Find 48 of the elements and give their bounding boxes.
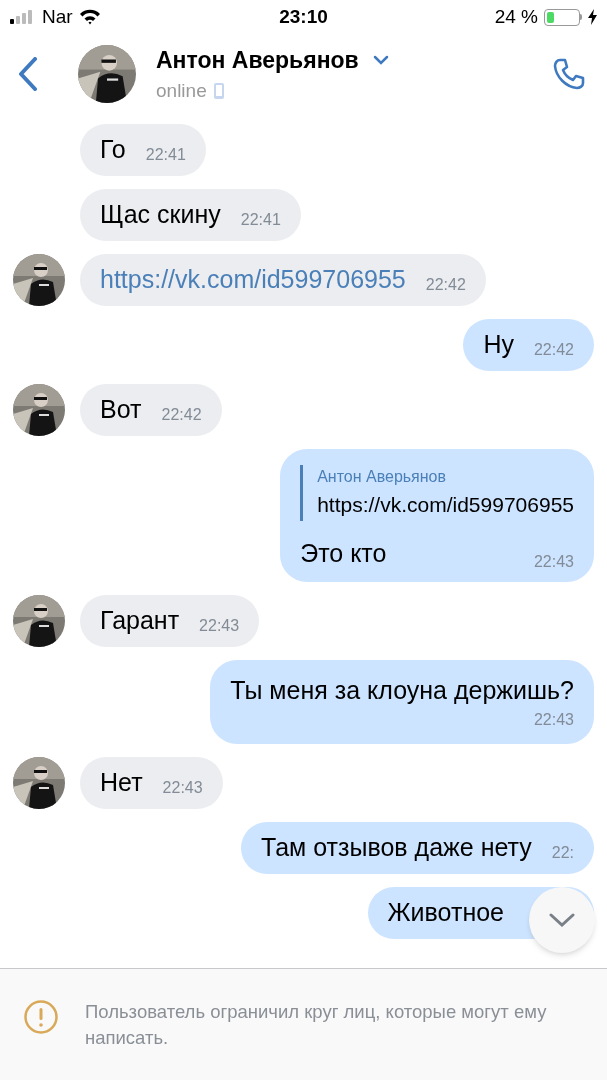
message-text: Нет	[100, 766, 143, 798]
message-text: Ты меня за клоуна держишь?	[230, 675, 574, 706]
battery-percent: 24 %	[494, 4, 538, 29]
message-bubble[interactable]: Вот 22:42	[80, 384, 222, 436]
message-time: 22:43	[533, 709, 574, 730]
message-text: Вот	[100, 394, 142, 426]
message-time: 22:43	[162, 777, 203, 798]
phone-icon	[552, 57, 586, 91]
message-text: Гарант	[100, 605, 180, 637]
message-bubble[interactable]: Ну 22:42	[463, 319, 594, 371]
message-bubble[interactable]: Ты меня за клоуна держишь? 22:43	[210, 660, 594, 744]
quote-text: https://vk.com/id599706955	[317, 492, 574, 518]
message-bubble[interactable]: Го 22:41	[80, 124, 206, 176]
message-time: 22:41	[145, 145, 186, 165]
message-text: Го	[100, 134, 126, 166]
warning-icon	[23, 999, 59, 1035]
battery-icon	[544, 8, 582, 26]
message-bubble[interactable]: Антон Аверьянов https://vk.com/id599706955 Это кто 22:43	[280, 449, 594, 582]
message-time: 22:42	[425, 275, 466, 295]
message-time: 22:42	[533, 340, 574, 360]
notice-text: Пользователь ограничил круг лиц, которые могут ему написать.	[85, 1000, 548, 1050]
message-bubble[interactable]: https://vk.com/id599706955 22:42	[80, 254, 486, 306]
message-time: 22:42	[161, 405, 202, 425]
phone-device-icon	[212, 82, 225, 101]
chevron-down-icon	[549, 913, 575, 927]
message-text: Щас скину	[100, 199, 221, 231]
contact-name: Антон Аверьянов	[156, 45, 359, 75]
back-chevron-icon	[18, 57, 38, 91]
message-time: 22:	[551, 842, 574, 863]
wifi-icon	[78, 9, 101, 25]
message-time: 22:41	[240, 210, 281, 230]
charging-icon	[588, 9, 597, 25]
message-link[interactable]: https://vk.com/id599706955	[100, 261, 406, 299]
message-text: Животное	[387, 896, 504, 928]
message-time: 22:43	[533, 552, 574, 572]
message-bubble[interactable]: Нет 22:43	[80, 756, 223, 809]
online-status: online	[156, 79, 207, 103]
quote-author: Антон Аверьянов	[317, 467, 447, 487]
message-bubble[interactable]: Гарант 22:43	[80, 595, 260, 647]
chevron-down-icon[interactable]	[372, 54, 389, 65]
message-bubble[interactable]: Щас скину 22:41	[80, 189, 301, 241]
message-text: Это кто	[300, 537, 387, 569]
message-bubble[interactable]: Там отзывов даже нету 22:	[241, 821, 594, 874]
message-text: Там отзывов даже нету	[261, 831, 532, 863]
message-text: Ну	[483, 329, 514, 361]
message-time: 22:43	[199, 616, 240, 636]
carrier-name: Nar	[42, 4, 73, 29]
clock: 23:10	[279, 4, 328, 29]
